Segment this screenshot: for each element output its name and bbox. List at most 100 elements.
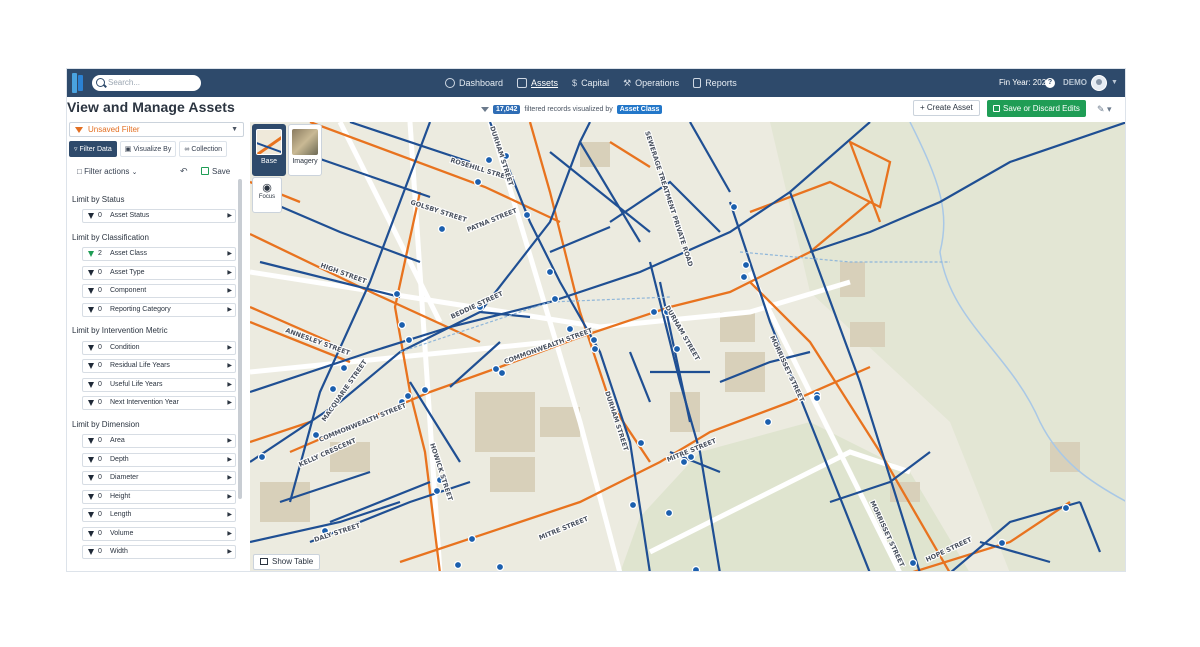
- filter-icon: [88, 288, 94, 294]
- chevron-right-icon: ▶: [227, 531, 232, 537]
- filter-count: 0: [98, 212, 102, 219]
- edit-pencil-icon[interactable]: ✎ ▾: [1097, 104, 1112, 115]
- nav-dashboard[interactable]: Dashboard: [445, 78, 503, 88]
- app-window: Search... Dashboard Assets $ Capital ⚒ O…: [66, 68, 1126, 572]
- search-icon: [96, 78, 105, 87]
- filter-label: Volume: [110, 530, 134, 537]
- filter-icon: [88, 494, 94, 500]
- chevron-right-icon: ▶: [227, 270, 232, 276]
- chevron-right-icon: ▶: [227, 307, 232, 313]
- show-table-button[interactable]: Show Table: [253, 554, 321, 570]
- nav-assets-label: Assets: [531, 78, 559, 88]
- nav-operations-label: Operations: [635, 78, 680, 88]
- table-icon: [260, 558, 268, 565]
- filter-count: 0: [98, 474, 102, 481]
- filter-component[interactable]: 0 Component ▶: [82, 284, 236, 298]
- layer-base-button[interactable]: Base: [252, 124, 286, 176]
- save-icon: [201, 167, 209, 175]
- filter-count: 0: [98, 399, 102, 406]
- filter-volume[interactable]: 0 Volume ▶: [82, 527, 236, 541]
- asset-map[interactable]: ROSEHILL STREET GOLSBY STREET PATNA STRE…: [250, 122, 1126, 572]
- dollar-icon: $: [572, 78, 578, 88]
- filter-icon: [88, 307, 94, 313]
- create-asset-button[interactable]: + Create Asset: [913, 100, 980, 116]
- filter-useful-life[interactable]: 0 Useful Life Years ▶: [82, 378, 236, 392]
- street-label: ANNESLEY STREET: [284, 326, 351, 357]
- search-placeholder: Search...: [108, 78, 141, 87]
- nav-capital[interactable]: $ Capital: [572, 78, 609, 88]
- filter-count: 0: [98, 548, 102, 555]
- chevron-down-icon[interactable]: ▼: [1111, 79, 1118, 86]
- layer-imagery-button[interactable]: Imagery: [288, 124, 322, 176]
- main-nav: Dashboard Assets $ Capital ⚒ Operations …: [445, 69, 737, 97]
- filter-label: Component: [110, 287, 147, 294]
- app-logo[interactable]: [72, 73, 86, 93]
- filter-length[interactable]: 0 Length ▶: [82, 508, 236, 522]
- nav-assets[interactable]: Assets: [517, 78, 558, 88]
- filter-actions-label: Filter actions: [84, 167, 130, 176]
- filter-reporting-category[interactable]: 0 Reporting Category ▶: [82, 303, 236, 317]
- focus-button[interactable]: ◉ Focus: [252, 177, 282, 213]
- record-count-badge: 17,042: [493, 104, 521, 114]
- map-canvas[interactable]: ROSEHILL STREET GOLSBY STREET PATNA STRE…: [250, 122, 1126, 572]
- filter-count: 0: [98, 493, 102, 500]
- nav-operations[interactable]: ⚒ Operations: [623, 78, 679, 89]
- filter-diameter[interactable]: 0 Diameter ▶: [82, 471, 236, 485]
- filter-depth[interactable]: 0 Depth ▶: [82, 453, 236, 467]
- filter-height[interactable]: 0 Height ▶: [82, 490, 236, 504]
- show-table-label: Show Table: [272, 557, 314, 566]
- chevron-right-icon: ▶: [227, 288, 232, 294]
- panel-scrollbar[interactable]: [238, 179, 242, 499]
- filter-asset-class[interactable]: 2 Asset Class ▶: [82, 247, 236, 261]
- filter-count: 0: [98, 287, 102, 294]
- filter-icon: [88, 363, 94, 369]
- filter-count: 0: [98, 530, 102, 537]
- filter-condition[interactable]: 0 Condition ▶: [82, 341, 236, 355]
- filter-label: Condition: [110, 344, 140, 351]
- help-icon[interactable]: ?: [1045, 78, 1055, 88]
- chevron-down-icon: ▼: [231, 126, 238, 133]
- filter-label: Area: [110, 437, 125, 444]
- undo-icon[interactable]: ↶: [180, 166, 188, 177]
- fin-year-selector[interactable]: Fin Year: 2021: [999, 69, 1051, 97]
- search-input[interactable]: Search...: [92, 75, 201, 91]
- panel-tabs: ▿ Filter Data ▣ Visualize By ∞ Collectio…: [69, 141, 244, 157]
- group-title-dimension: Limit by Dimension: [72, 420, 140, 429]
- tab-filter-data[interactable]: ▿ Filter Data: [69, 141, 117, 157]
- filter-next-intervention[interactable]: 0 Next Intervention Year ▶: [82, 396, 236, 410]
- wrench-icon: ⚒: [623, 77, 632, 88]
- eye-off-icon: ◉: [262, 182, 272, 194]
- filter-width[interactable]: 0 Width ▶: [82, 545, 236, 559]
- filter-icon: [88, 213, 94, 219]
- save-discard-button[interactable]: Save or Discard Edits: [987, 100, 1086, 117]
- nav-reports[interactable]: Reports: [693, 78, 737, 88]
- filter-icon: [88, 512, 94, 518]
- chart-icon: ▣: [124, 146, 132, 153]
- chevron-right-icon: ▶: [227, 438, 232, 444]
- filter-icon: [88, 475, 94, 481]
- filter-actions-menu[interactable]: □ Filter actions ⌄: [77, 167, 138, 176]
- filter-icon: [481, 106, 489, 112]
- save-filter-button[interactable]: Save: [201, 167, 230, 176]
- filter-count: 0: [98, 437, 102, 444]
- filter-icon: [88, 457, 94, 463]
- filter-asset-status[interactable]: 0 Asset Status ▶: [82, 209, 236, 223]
- filter-label: Asset Class: [110, 250, 147, 257]
- focus-label: Focus: [258, 194, 276, 200]
- top-nav-bar: Search... Dashboard Assets $ Capital ⚒ O…: [67, 69, 1125, 97]
- filter-panel: Unsaved Filter ▼ ▿ Filter Data ▣ Visuali…: [67, 122, 247, 571]
- visualized-by-badge[interactable]: Asset Class: [616, 104, 663, 114]
- filter-residual-life[interactable]: 0 Residual Life Years ▶: [82, 359, 236, 373]
- chevron-right-icon: ▶: [227, 251, 232, 257]
- filter-asset-type[interactable]: 0 Asset Type ▶: [82, 266, 236, 280]
- filter-selector[interactable]: Unsaved Filter ▼: [69, 122, 244, 137]
- tab-collection[interactable]: ∞ Collection: [179, 141, 228, 157]
- filter-icon: [88, 549, 94, 555]
- chevron-right-icon: ▶: [227, 363, 232, 369]
- filter-area[interactable]: 0 Area ▶: [82, 434, 236, 448]
- filter-label: Next Intervention Year: [110, 399, 179, 406]
- avatar[interactable]: [1091, 75, 1107, 91]
- filter-count: 2: [98, 250, 102, 257]
- tab-visualize-by[interactable]: ▣ Visualize By: [119, 141, 177, 157]
- nav-dashboard-label: Dashboard: [459, 78, 504, 88]
